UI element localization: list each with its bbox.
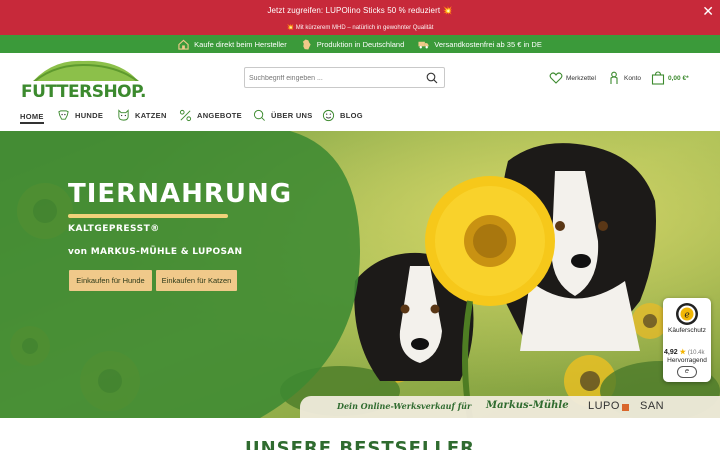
nav-item-blog[interactable]: BLOG [322, 109, 363, 122]
usp-item-shipping: Versandkostenfrei ab 35 € in DE [418, 39, 542, 50]
main-nav: HOME HUNDE KATZEN ANGEBOTE ÜBER UNS BLOG [0, 103, 720, 131]
luposan-logo-a[interactable]: LUPO [588, 400, 620, 412]
cart-total: 0,00 €* [668, 74, 689, 82]
delivery-truck-icon [418, 41, 429, 48]
wishlist-label: Merkzettel [566, 74, 596, 82]
luposan-logo-b[interactable]: SAN [640, 400, 664, 412]
nav-item-label: HUNDE [75, 111, 104, 120]
hero-subline-1: KALTGEPRESST® [68, 224, 160, 234]
shop-dogs-button[interactable]: Einkaufen für Hunde [69, 270, 152, 291]
site-header: FUTTERSHOP.de Merkzettel Konto 0,00 €* [0, 53, 720, 103]
search-box [244, 67, 445, 88]
trust-count: (10.4k [687, 350, 705, 356]
close-icon[interactable]: ✕ [702, 4, 714, 18]
bestseller-title: UNSERE BESTSELLER [245, 438, 475, 450]
usp-bar: Kaufe direkt beim Hersteller Produktion … [0, 35, 720, 53]
cat-icon [118, 109, 129, 121]
user-icon [610, 71, 618, 84]
nav-item-katzen[interactable]: KATZEN [117, 109, 167, 122]
shop-cats-button[interactable]: Einkaufen für Katzen [156, 270, 237, 291]
heart-icon [549, 72, 563, 84]
usp-label: Produktion in Deutschland [316, 39, 405, 49]
usp-item-manufacturer: Kaufe direkt beim Hersteller [178, 39, 287, 50]
promo-headline[interactable]: Jetzt zugreifen: LUPOlino Sticks 50 % re… [0, 6, 720, 15]
hero-headline: TIERNAHRUNG [68, 179, 293, 218]
nav-item-hunde[interactable]: HUNDE [57, 109, 103, 122]
headline-underline [68, 214, 228, 218]
wishlist-link[interactable]: Merkzettel [549, 71, 596, 85]
germany-map-icon [302, 38, 311, 50]
dog-icon [58, 110, 69, 120]
percent-icon [179, 109, 192, 122]
nav-item-label: HOME [20, 112, 44, 121]
luposan-square [622, 404, 629, 411]
brand-strip-text: Dein Online-Werksverkauf für [337, 401, 472, 411]
promo-subline: 💥 Mit kürzerem MHD – natürlich in gewohn… [286, 25, 434, 31]
futtershop-logo[interactable]: FUTTERSHOP.de [20, 57, 146, 101]
brand-strip: Dein Online-Werksverkauf für Markus-Mühl… [300, 396, 720, 418]
star-icon: ★ [679, 349, 686, 356]
nav-item-label: ANGEBOTE [197, 111, 242, 120]
nav-item-label: ÜBER UNS [271, 111, 313, 120]
hero-subline-2: von MARKUS-MÜHLE & LUPOSAN [68, 247, 243, 257]
svg-text:e: e [684, 311, 689, 321]
usp-label: Versandkostenfrei ab 35 € in DE [434, 39, 542, 49]
usp-item-germany: Produktion in Deutschland [301, 38, 405, 50]
page: Jetzt zugreifen: LUPOlino Sticks 50 % re… [0, 0, 720, 450]
hero-banner: TIERNAHRUNG KALTGEPRESST® von MARKUS-MÜH… [0, 131, 720, 418]
search-input[interactable] [249, 71, 419, 85]
trust-score: 4,92 ★ (10.4k [664, 348, 705, 356]
markus-muehle-logo[interactable]: Markus-Mühle [486, 400, 569, 411]
trust-rating: 4,92 [664, 349, 678, 356]
cart-icon [651, 71, 665, 85]
nav-item-label: BLOG [340, 111, 363, 120]
smiley-icon [322, 109, 335, 122]
house-icon [178, 39, 189, 50]
search-icon[interactable] [426, 72, 438, 84]
trust-rating-text: Hervorragend [667, 357, 707, 364]
nav-item-angebote[interactable]: ANGEBOTE [179, 109, 242, 122]
account-link[interactable]: Konto [607, 71, 641, 85]
promo-bar: Jetzt zugreifen: LUPOlino Sticks 50 % re… [0, 0, 720, 35]
nav-item-label: KATZEN [135, 111, 167, 120]
cart-link[interactable]: 0,00 €* [651, 71, 689, 85]
nav-item-ueber-uns[interactable]: ÜBER UNS [253, 109, 313, 122]
trusted-shops-badge[interactable]: e Käuferschutz 4,92 ★ (10.4k Hervorragen… [663, 298, 711, 382]
logo-text: FUTTERSHOP.de [21, 82, 146, 101]
bestseller-section: UNSERE BESTSELLER [0, 418, 720, 450]
hero-headline-text: TIERNAHRUNG [68, 179, 293, 209]
trust-label: Käuferschutz [668, 327, 706, 334]
trusted-shops-seal-icon: e [676, 303, 698, 325]
usp-label: Kaufe direkt beim Hersteller [194, 39, 287, 49]
trusted-shops-e-button[interactable]: e [677, 366, 697, 378]
account-label: Konto [624, 74, 641, 82]
speech-bubble-icon [253, 109, 265, 121]
nav-item-home[interactable]: HOME [20, 112, 44, 124]
